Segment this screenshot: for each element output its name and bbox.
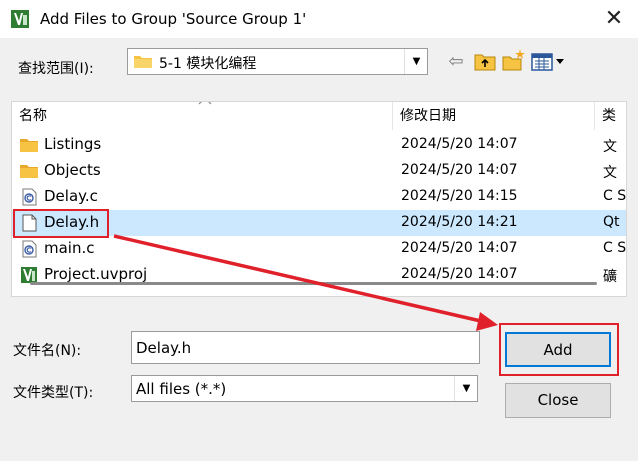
file-type: Qt <box>603 214 620 230</box>
list-item[interactable]: Listings 2024/5/20 14:07 文 <box>12 132 626 158</box>
chevron-down-icon[interactable]: ▼ <box>404 49 428 74</box>
look-in-value: 5-1 模块化编程 <box>159 56 257 72</box>
file-name: Delay.c <box>44 187 98 205</box>
header-file-icon <box>22 214 37 232</box>
file-name: main.c <box>44 239 95 257</box>
file-list[interactable]: 名称 修改日期 类 Listings 2024/5/20 14:07 文 Obj… <box>11 101 627 297</box>
file-type: C S <box>603 188 627 204</box>
file-name: Objects <box>44 161 101 179</box>
column-header-date[interactable]: 修改日期 <box>392 102 594 130</box>
folder-icon <box>134 56 152 68</box>
filetype-dropdown[interactable]: All files (*.*) ▼ <box>131 375 478 402</box>
look-in-label: 查找范围(I): <box>18 61 94 77</box>
column-header-date-label: 修改日期 <box>400 108 456 124</box>
close-icon[interactable]: ✕ <box>596 4 632 34</box>
c-file-icon <box>22 240 37 258</box>
filename-label: 文件名(N): <box>13 343 82 359</box>
sort-up-icon <box>198 102 212 105</box>
column-header-type-label: 类 <box>602 108 616 124</box>
folder-icon <box>20 165 38 178</box>
up-folder-icon[interactable] <box>473 50 497 72</box>
file-name: Project.uvproj <box>44 265 148 283</box>
folder-icon <box>20 139 38 152</box>
file-type: 文 <box>603 139 617 155</box>
filename-input[interactable] <box>131 331 480 364</box>
window-title: Add Files to Group 'Source Group 1' <box>40 10 307 28</box>
horizontal-scrollbar[interactable] <box>30 282 597 285</box>
title-bar: Add Files to Group 'Source Group 1' ✕ <box>0 0 638 38</box>
file-date: 2024/5/20 14:07 <box>401 162 518 178</box>
file-date: 2024/5/20 14:07 <box>401 136 518 152</box>
view-menu-icon[interactable] <box>531 52 567 72</box>
keil-app-icon <box>11 10 29 28</box>
list-item[interactable]: main.c 2024/5/20 14:07 C S <box>12 236 627 262</box>
close-button[interactable]: Close <box>505 383 611 418</box>
file-date: 2024/5/20 14:15 <box>401 188 518 204</box>
back-arrow-icon[interactable]: ⇦ <box>445 52 467 72</box>
list-item[interactable]: Delay.c 2024/5/20 14:15 C S <box>12 184 627 210</box>
file-date: 2024/5/20 14:21 <box>401 214 518 230</box>
column-header-name-label: 名称 <box>19 108 47 124</box>
list-item[interactable]: Objects 2024/5/20 14:07 文 <box>12 158 626 184</box>
file-type: C S <box>603 240 627 256</box>
chevron-down-icon[interactable]: ▼ <box>454 376 478 401</box>
filetype-value: All files (*.*) <box>136 380 227 398</box>
new-folder-icon[interactable] <box>501 48 527 72</box>
file-type: 礦 <box>603 269 617 285</box>
c-file-icon <box>22 188 37 206</box>
add-button[interactable]: Add <box>505 332 611 367</box>
file-date: 2024/5/20 14:07 <box>401 240 518 256</box>
file-name: Listings <box>44 135 102 153</box>
column-header-type[interactable]: 类 <box>594 102 626 130</box>
column-header-name[interactable]: 名称 <box>12 102 392 130</box>
file-name: Delay.h <box>44 213 100 231</box>
file-type: 文 <box>603 165 617 181</box>
list-item-selected[interactable]: Delay.h 2024/5/20 14:21 Qt <box>12 210 626 236</box>
filetype-label: 文件类型(T): <box>13 385 94 401</box>
file-date: 2024/5/20 14:07 <box>401 266 518 282</box>
look-in-dropdown[interactable]: 5-1 模块化编程 ▼ <box>127 48 428 75</box>
